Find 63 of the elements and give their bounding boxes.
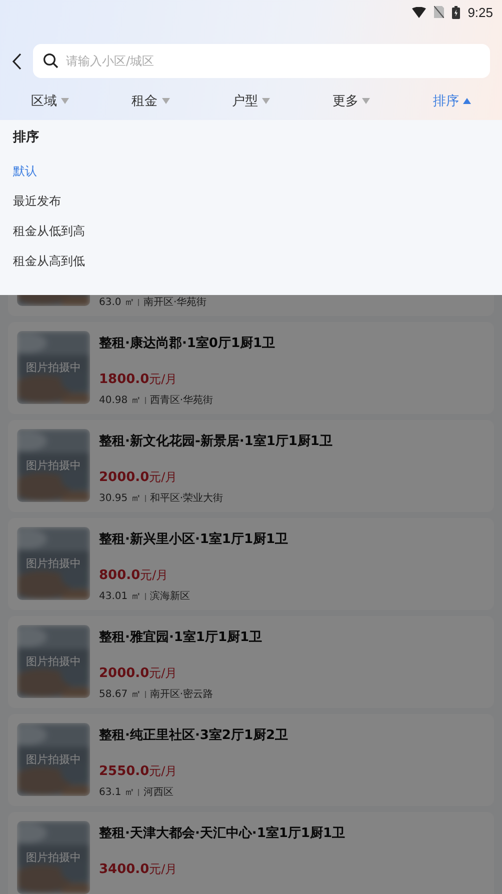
floor-area: 58.67 ㎡	[99, 687, 141, 701]
location: 西青区·华苑街	[150, 394, 213, 407]
listing-card[interactable]: 图片拍摄中 整租·康达尚郡·1室0厅1厨1卫 1800.0元/月 40.98 ㎡ 西青区·华苑街	[8, 322, 494, 414]
sort-option[interactable]: 租金从低到高	[13, 223, 85, 253]
price-unit: 元/月	[149, 861, 178, 878]
filter-tab[interactable]: 户型	[200, 90, 302, 112]
clock: 9:25	[468, 4, 493, 20]
location: 南开区·密云路	[150, 688, 213, 701]
location: 滨海新区	[150, 590, 190, 603]
price: 2550.0	[99, 764, 150, 779]
floor-area: 43.01 ㎡	[99, 589, 141, 603]
caret-down-icon	[61, 98, 70, 104]
image-label: 图片拍摄中	[25, 360, 82, 375]
search-field[interactable]: 请输入小区/城区	[33, 44, 490, 78]
price: 3400.0	[99, 862, 150, 877]
sort-option[interactable]: 租金从高到低	[13, 253, 85, 283]
caret-down-icon	[262, 98, 270, 104]
image-label: 图片拍摄中	[25, 850, 82, 865]
sort-option[interactable]: 默认	[13, 163, 37, 193]
price-unit: 元/月	[140, 567, 168, 584]
caret-down-icon	[162, 98, 170, 104]
caret-down-icon	[362, 98, 370, 104]
listing-title: 整租·纯正里社区·3室2厅1厨2卫	[99, 726, 288, 745]
battery-icon	[452, 6, 460, 18]
floor-area: 30.95 ㎡	[99, 491, 141, 505]
price: 2000.0	[99, 470, 150, 485]
listing-title: 整租·康达尚郡·1室0厅1厨1卫	[99, 334, 276, 353]
back-icon[interactable]	[12, 52, 22, 70]
wifi-icon	[412, 6, 426, 18]
price: 1800.0	[99, 372, 150, 387]
location: 河西区	[143, 786, 174, 799]
floor-area: 63.0 ㎡	[99, 295, 134, 309]
caret-up-icon	[462, 98, 471, 104]
price-unit: 元/月	[149, 469, 178, 486]
floor-area: 63.1 ㎡	[99, 785, 134, 799]
location: 和平区·荣业大街	[150, 492, 223, 505]
price-unit: 元/月	[149, 763, 178, 780]
price: 2000.0	[99, 666, 150, 681]
location: 南开区·华苑街	[143, 296, 207, 309]
listing-title: 整租·雅宜园·1室1厅1厨1卫	[99, 628, 262, 647]
listing-card[interactable]: 图片拍摄中 整租·天津大都会·天汇中心·1室1厅1厨1卫 3400.0元/月	[8, 812, 494, 894]
price-unit: 元/月	[149, 371, 178, 388]
image-label: 图片拍摄中	[25, 556, 82, 571]
filter-tab[interactable]: 租金	[100, 90, 201, 112]
filter-tab[interactable]: 排序	[402, 90, 502, 112]
listing-title: 整租·新文化花园-新景居·1室1厅1厨1卫	[99, 432, 332, 451]
price: 800.0	[99, 568, 140, 583]
listing-card[interactable]: 图片拍摄中 整租·新文化花园-新景居·1室1厅1厨1卫 2000.0元/月 30.95 ㎡ 和平区·荣业大街	[8, 420, 494, 512]
listing-card[interactable]: 图片拍摄中 整租·新兴里小区·1室1厅1厨1卫 800.0元/月 43.01 ㎡ 滨海新区	[8, 518, 494, 610]
listing-card[interactable]: 图片拍摄中 整租·纯正里社区·3室2厅1厨2卫 2550.0元/月 63.1 ㎡ 河西区	[8, 714, 494, 806]
filter-tab[interactable]: 区域	[0, 90, 100, 112]
listing-title: 整租·新兴里小区·1室1厅1厨1卫	[99, 530, 288, 549]
image-label: 图片拍摄中	[25, 458, 82, 473]
image-label: 图片拍摄中	[25, 752, 82, 767]
price-unit: 元/月	[149, 665, 178, 682]
floor-area: 40.98 ㎡	[99, 393, 141, 407]
sim-card-icon	[434, 6, 444, 18]
sort-option[interactable]: 最近发布	[13, 193, 61, 223]
image-label: 图片拍摄中	[25, 654, 82, 669]
filter-tab[interactable]: 更多	[301, 90, 402, 112]
listing-title: 整租·天津大都会·天汇中心·1室1厅1厨1卫	[99, 824, 345, 843]
listing-card[interactable]: 图片拍摄中 整租·雅宜园·1室1厅1厨1卫 2000.0元/月 58.67 ㎡ 南开区·密云路	[8, 616, 494, 708]
panel-title: 排序	[13, 128, 39, 146]
